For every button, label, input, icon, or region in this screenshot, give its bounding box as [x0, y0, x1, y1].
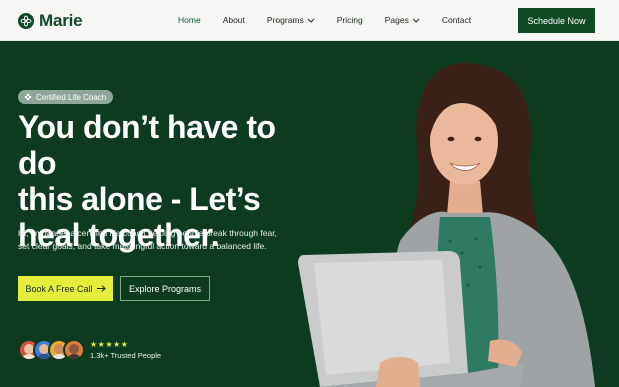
badge-label: Certified Life Coach [36, 92, 107, 102]
coach-portrait-image [298, 63, 595, 387]
nav-programs-label: Programs [266, 15, 304, 25]
nav-pages[interactable]: Pages [385, 15, 420, 25]
leaf-flower-icon [18, 13, 34, 29]
avatar-group [18, 339, 85, 361]
brand-name: Marie [39, 11, 83, 30]
brand-logo[interactable]: Marie [18, 11, 83, 31]
nav-home-label: Home [178, 15, 201, 25]
hero-title-line-2: this alone - Let’s [18, 181, 261, 217]
book-free-call-label: Book A Free Call [25, 283, 93, 294]
trusted-people-label: 1.3k+ Trusted People [90, 351, 162, 360]
nav-about[interactable]: About [223, 15, 245, 25]
nav-pricing-label: Pricing [336, 15, 363, 25]
explore-programs-button[interactable]: Explore Programs [120, 276, 210, 301]
nav-contact-label: Contact [441, 15, 472, 25]
nav-about-label: About [222, 15, 245, 25]
chevron-down-icon [307, 18, 315, 23]
certified-badge: Certified Life Coach [18, 90, 114, 104]
nav-home[interactable]: Home [178, 15, 201, 25]
avatar [63, 339, 85, 361]
hero-description: Hi, I’m Marie, a certified life coach he… [18, 228, 277, 251]
nav-contact[interactable]: Contact [442, 15, 471, 25]
arrow-right-icon [96, 285, 106, 292]
hero-title-line-1: You don’t have to do [18, 109, 276, 181]
hero-section: Certified Life Coach You don’t have to d… [0, 41, 619, 387]
main-nav: Home About Programs Pricing Pages Contac… [178, 15, 493, 25]
nav-programs[interactable]: Programs [267, 15, 315, 25]
trust-indicator: ★★★★★ 1.3k+ Trusted People [18, 339, 161, 361]
book-free-call-button[interactable]: Book A Free Call [18, 276, 113, 301]
nav-pages-label: Pages [384, 15, 409, 25]
schedule-now-button[interactable]: Schedule Now [518, 8, 595, 33]
chevron-down-icon [412, 18, 420, 23]
nav-pricing[interactable]: Pricing [337, 15, 363, 25]
site-header: Marie Home About Programs Pricing Pages … [0, 0, 619, 41]
flower-icon [24, 93, 32, 101]
rating-stars: ★★★★★ [90, 340, 129, 349]
